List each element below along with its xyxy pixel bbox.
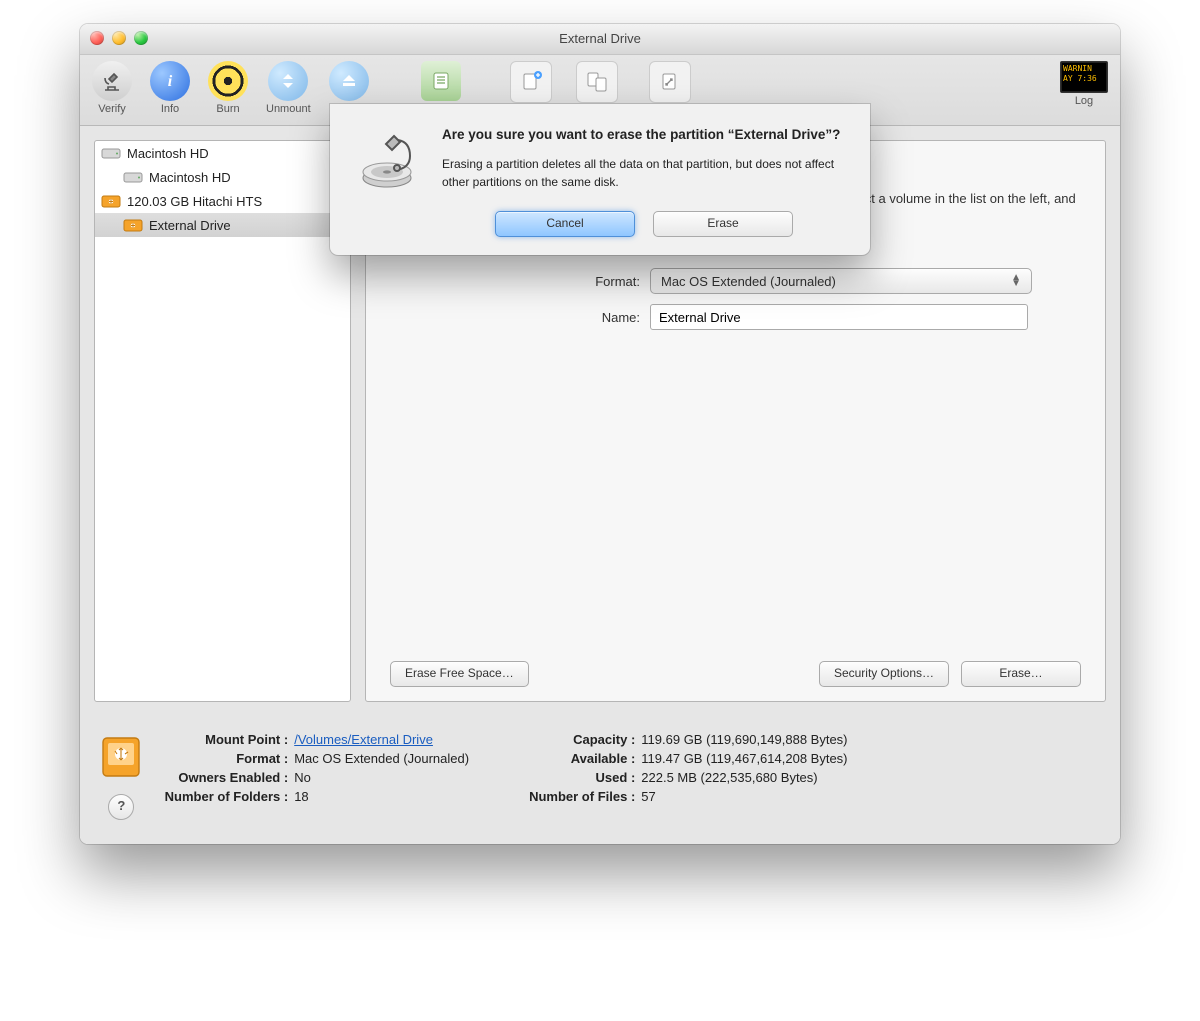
- sidebar-item-volume[interactable]: Macintosh HD: [95, 165, 350, 189]
- dialog-title: Are you sure you want to erase the parti…: [442, 126, 846, 145]
- toolbar-info-label: Info: [161, 103, 179, 115]
- svg-text:i: i: [168, 73, 173, 90]
- eject-icon: [329, 61, 369, 101]
- format-value: Mac OS Extended (Journaled): [661, 274, 836, 289]
- toolbar-verify-label: Verify: [98, 103, 126, 115]
- available-label: Available: [529, 751, 635, 766]
- hd-icon: [123, 169, 143, 185]
- files-label: Number of Files: [529, 789, 635, 804]
- toolbar-unmount-label: Unmount: [266, 103, 311, 115]
- usb-drive-large-icon: [100, 732, 142, 780]
- zoom-window-button[interactable]: [134, 31, 148, 45]
- owners-enabled-label: Owners Enabled: [165, 770, 289, 785]
- info-icon: i: [150, 61, 190, 101]
- sidebar-item-label: Macintosh HD: [149, 170, 231, 185]
- folders-value: 18: [294, 789, 469, 804]
- sidebar-item-label: 120.03 GB Hitachi HTS: [127, 194, 262, 209]
- toolbar-log[interactable]: WARNIN AY 7:36 Log: [1060, 61, 1108, 107]
- toolbar-burn[interactable]: Burn: [208, 61, 248, 115]
- toolbar-log-label: Log: [1075, 95, 1093, 107]
- sidebar-item-volume-external[interactable]: External Drive: [95, 213, 350, 237]
- erase-confirmation-dialog: Are you sure you want to erase the parti…: [330, 104, 870, 255]
- sidebar-item-disk-external[interactable]: 120.03 GB Hitachi HTS: [95, 189, 350, 213]
- format-label: Format:: [390, 274, 640, 289]
- toolbar-info[interactable]: i Info: [150, 61, 190, 115]
- select-stepper-icon: ▲▼: [1011, 275, 1021, 287]
- format-label-info: Format: [165, 751, 289, 766]
- burn-icon: [208, 61, 248, 101]
- name-input[interactable]: [650, 304, 1028, 330]
- erase-button[interactable]: Erase…: [961, 661, 1081, 687]
- files-value: 57: [641, 789, 847, 804]
- disk-utility-app-icon: [354, 126, 424, 237]
- toolbar-verify[interactable]: Verify: [92, 61, 132, 115]
- erase-free-space-button[interactable]: Erase Free Space…: [390, 661, 529, 687]
- usb-drive-icon: [123, 217, 143, 233]
- dialog-cancel-button[interactable]: Cancel: [495, 211, 635, 237]
- convert-icon: [576, 61, 618, 103]
- owners-enabled-value: No: [294, 770, 469, 785]
- mount-point-link[interactable]: /Volumes/External Drive: [294, 732, 433, 747]
- sidebar-item-label: External Drive: [149, 218, 231, 233]
- window-title: External Drive: [559, 31, 641, 46]
- new-image-icon: [510, 61, 552, 103]
- close-window-button[interactable]: [90, 31, 104, 45]
- log-screen-icon: WARNIN AY 7:36: [1060, 61, 1108, 93]
- capacity-label: Capacity: [529, 732, 635, 747]
- capacity-value: 119.69 GB (119,690,149,888 Bytes): [641, 732, 847, 747]
- sidebar-item-disk[interactable]: Macintosh HD: [95, 141, 350, 165]
- help-button[interactable]: ?: [108, 794, 134, 820]
- folders-label: Number of Folders: [165, 789, 289, 804]
- mount-point-label: Mount Point: [165, 732, 289, 747]
- window-controls: [90, 31, 148, 45]
- titlebar: External Drive: [80, 24, 1120, 55]
- toolbar-unmount[interactable]: Unmount: [266, 61, 311, 115]
- format-value-info: Mac OS Extended (Journaled): [294, 751, 469, 766]
- resize-image-icon: [649, 61, 691, 103]
- usb-drive-icon: [101, 193, 121, 209]
- toolbar-burn-label: Burn: [216, 103, 239, 115]
- dialog-message: Erasing a partition deletes all the data…: [442, 155, 846, 191]
- device-sidebar[interactable]: Macintosh HD Macintosh HD 120.03 GB Hita…: [94, 140, 351, 702]
- minimize-window-button[interactable]: [112, 31, 126, 45]
- volume-info-bar: ? Mount Point /Volumes/External Drive Fo…: [80, 716, 1120, 844]
- unmount-icon: [268, 61, 308, 101]
- name-label: Name:: [390, 310, 640, 325]
- dialog-erase-button[interactable]: Erase: [653, 211, 793, 237]
- used-label: Used: [529, 770, 635, 785]
- microscope-icon: [92, 61, 132, 101]
- available-value: 119.47 GB (119,467,614,208 Bytes): [641, 751, 847, 766]
- sidebar-item-label: Macintosh HD: [127, 146, 209, 161]
- disk-utility-window: External Drive Verify i Info Burn Unmoun…: [80, 24, 1120, 844]
- security-options-button[interactable]: Security Options…: [819, 661, 949, 687]
- journal-icon: [421, 61, 461, 101]
- hd-icon: [101, 145, 121, 161]
- used-value: 222.5 MB (222,535,680 Bytes): [641, 770, 847, 785]
- format-select[interactable]: Mac OS Extended (Journaled) ▲▼: [650, 268, 1032, 294]
